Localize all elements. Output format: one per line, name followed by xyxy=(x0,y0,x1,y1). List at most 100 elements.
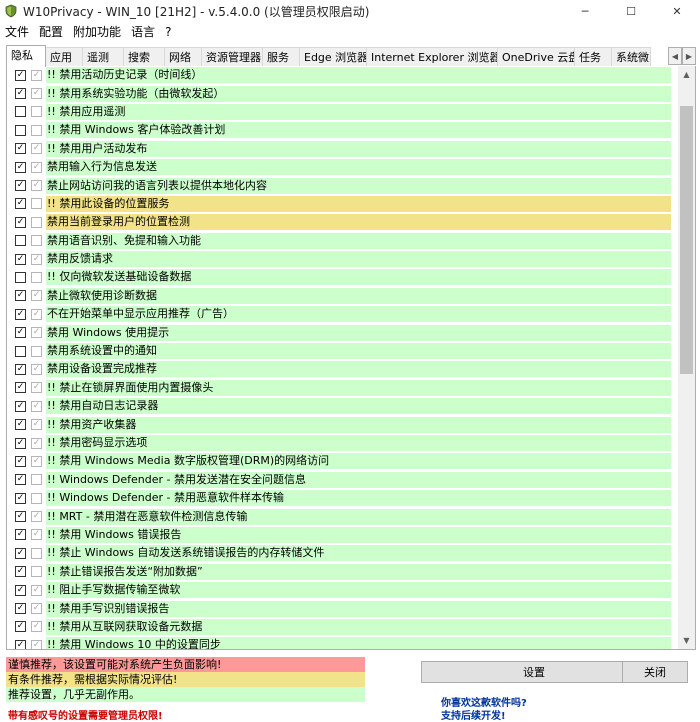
setting-checkbox[interactable]: ✓ xyxy=(15,198,26,210)
menu-file[interactable]: 文件 xyxy=(0,22,34,42)
vertical-scrollbar[interactable]: ▲ ▼ xyxy=(678,66,695,649)
maximize-button[interactable]: ☐ xyxy=(608,0,654,22)
setting-row[interactable]: ✓ ✓ 禁止网站访问我的语言列表以提供本地化内容 xyxy=(7,176,671,194)
setting-label[interactable]: !! 禁用资产收集器 xyxy=(46,416,671,433)
setting-row[interactable]: ✓ ✓ !! MRT - 禁用潜在恶意软件检测信息传输 xyxy=(7,507,671,525)
setting-label[interactable]: 禁用当前登录用户的位置检测 xyxy=(46,214,671,231)
setting-label[interactable]: !! 禁用 Windows 错误报告 xyxy=(46,526,671,543)
setting-row[interactable]: ✓ ✓ !! 禁用密码显示选项 xyxy=(7,434,671,452)
setting-label[interactable]: !! 禁用应用遥测 xyxy=(46,103,671,120)
setting-row[interactable]: ✓ ✓ !! 禁用手写识别错误报告 xyxy=(7,599,671,617)
setting-label[interactable]: !! Windows Defender - 禁用发送潜在安全问题信息 xyxy=(46,471,671,488)
setting-row[interactable]: ✓ !! Windows Defender - 禁用恶意软件样本传输 xyxy=(7,489,671,507)
tab-network[interactable]: 网络 xyxy=(164,47,202,67)
setting-label[interactable]: 禁止微软使用诊断数据 xyxy=(46,287,671,304)
setting-row[interactable]: !! 禁用应用遥测 xyxy=(7,103,671,121)
tab-scroll-left-icon[interactable]: ◀ xyxy=(668,47,682,65)
menu-language[interactable]: 语言 xyxy=(126,22,160,42)
close-button[interactable]: 关闭 xyxy=(622,661,688,683)
setting-checkbox[interactable] xyxy=(15,271,26,283)
tab-onedrive[interactable]: OneDrive 云盘 xyxy=(497,47,575,67)
setting-row[interactable]: ✓ ✓ !! 禁用系统实验功能（由微软发起） xyxy=(7,84,671,102)
tab-internet-explorer[interactable]: Internet Explorer 浏览器 xyxy=(366,47,498,67)
setting-checkbox[interactable]: ✓ xyxy=(15,474,26,486)
setting-row[interactable]: ✓ ✓ 不在开始菜单中显示应用推荐（广告） xyxy=(7,305,671,323)
setting-checkbox[interactable]: ✓ xyxy=(15,639,26,649)
setting-checkbox[interactable]: ✓ xyxy=(15,566,26,578)
setting-label[interactable]: 禁用反馈请求 xyxy=(46,251,671,268)
setting-row[interactable]: 禁用系统设置中的通知 xyxy=(7,342,671,360)
setting-row[interactable]: !! 仅向微软发送基础设备数据 xyxy=(7,268,671,286)
setting-label[interactable]: !! 禁用此设备的位置服务 xyxy=(46,195,671,212)
setting-checkbox[interactable] xyxy=(15,345,26,357)
setting-label[interactable]: !! 禁止在锁屏界面使用内置摄像头 xyxy=(46,379,671,396)
setting-checkbox[interactable]: ✓ xyxy=(15,621,26,633)
tab-services[interactable]: 服务 xyxy=(262,47,300,67)
setting-row[interactable]: ✓ 禁用当前登录用户的位置检测 xyxy=(7,213,671,231)
setting-row[interactable]: ✓ ✓ !! 阻止手写数据传输至微软 xyxy=(7,581,671,599)
setting-checkbox[interactable]: ✓ xyxy=(15,180,26,192)
tab-edge[interactable]: Edge 浏览器 xyxy=(299,47,367,67)
scroll-up-icon[interactable]: ▲ xyxy=(678,66,695,83)
setting-row[interactable]: ✓ !! 禁止 Windows 自动发送系统错误报告的内存转储文件 xyxy=(7,544,671,562)
setting-checkbox[interactable]: ✓ xyxy=(15,88,26,100)
setting-row[interactable]: ✓ ✓ 禁用设备设置完成推荐 xyxy=(7,360,671,378)
setting-label[interactable]: !! 阻止手写数据传输至微软 xyxy=(46,582,671,599)
tab-scroll-right-icon[interactable]: ▶ xyxy=(682,47,696,65)
setting-row[interactable]: !! 禁用 Windows 客户体验改善计划 xyxy=(7,121,671,139)
setting-label[interactable]: !! 禁止错误报告发送“附加数据” xyxy=(46,563,671,580)
setting-row[interactable]: ✓ !! 禁止错误报告发送“附加数据” xyxy=(7,563,671,581)
setting-checkbox[interactable]: ✓ xyxy=(15,492,26,504)
setting-checkbox[interactable] xyxy=(15,106,26,118)
setting-row[interactable]: ✓ !! 禁用此设备的位置服务 xyxy=(7,195,671,213)
setting-label[interactable]: 不在开始菜单中显示应用推荐（广告） xyxy=(46,306,671,323)
setting-row[interactable]: ✓ ✓ !! 禁用用户活动发布 xyxy=(7,140,671,158)
setting-row[interactable]: 禁用语音识别、免提和输入功能 xyxy=(7,232,671,250)
setting-row[interactable]: ✓ ✓ 禁止微软使用诊断数据 xyxy=(7,287,671,305)
tab-privacy[interactable]: 隐私 xyxy=(6,45,46,67)
setting-label[interactable]: !! 禁止 Windows 自动发送系统错误报告的内存转储文件 xyxy=(46,545,671,562)
menu-config[interactable]: 配置 xyxy=(34,22,68,42)
setting-label[interactable]: !! 禁用自动日志记录器 xyxy=(46,398,671,415)
setting-checkbox[interactable]: ✓ xyxy=(15,603,26,615)
setting-checkbox[interactable]: ✓ xyxy=(15,69,26,81)
setting-checkbox[interactable]: ✓ xyxy=(15,382,26,394)
setting-label[interactable]: !! 禁用 Windows 客户体验改善计划 xyxy=(46,122,671,139)
setting-checkbox[interactable] xyxy=(15,124,26,136)
promo-line-1[interactable]: 你喜欢这款软件吗? xyxy=(441,697,527,710)
setting-checkbox[interactable]: ✓ xyxy=(15,161,26,173)
apply-settings-button[interactable]: 设置 xyxy=(421,661,647,683)
setting-row[interactable]: ✓ ✓ 禁用反馈请求 xyxy=(7,250,671,268)
setting-checkbox[interactable]: ✓ xyxy=(15,400,26,412)
setting-label[interactable]: 禁用语音识别、免提和输入功能 xyxy=(46,232,671,249)
setting-row[interactable]: ✓ ✓ 禁用输入行为信息发送 xyxy=(7,158,671,176)
setting-label[interactable]: !! 禁用活动历史记录（时间线） xyxy=(46,67,671,84)
tab-tasks[interactable]: 任务 xyxy=(574,47,612,67)
setting-row[interactable]: ✓ ✓ 禁用 Windows 使用提示 xyxy=(7,323,671,341)
setting-checkbox[interactable]: ✓ xyxy=(15,363,26,375)
tab-search[interactable]: 搜索 xyxy=(123,47,165,67)
setting-label[interactable]: !! 仅向微软发送基础设备数据 xyxy=(46,269,671,286)
tab-telemetry[interactable]: 遥测 xyxy=(82,47,124,67)
setting-checkbox[interactable]: ✓ xyxy=(15,511,26,523)
setting-row[interactable]: ✓ ✓ !! 禁用活动历史记录（时间线） xyxy=(7,66,671,84)
setting-label[interactable]: 禁止网站访问我的语言列表以提供本地化内容 xyxy=(46,177,671,194)
setting-label[interactable]: 禁用设备设置完成推荐 xyxy=(46,361,671,378)
setting-label[interactable]: !! MRT - 禁用潜在恶意软件检测信息传输 xyxy=(46,508,671,525)
tab-system[interactable]: 系统微 xyxy=(611,47,651,67)
tab-apps[interactable]: 应用 xyxy=(45,47,83,67)
setting-checkbox[interactable] xyxy=(15,235,26,247)
setting-row[interactable]: ✓ ✓ !! 禁用 Windows 10 中的设置同步 xyxy=(7,636,671,649)
setting-label[interactable]: 禁用 Windows 使用提示 xyxy=(46,324,671,341)
setting-row[interactable]: ✓ ✓ !! 禁用资产收集器 xyxy=(7,415,671,433)
setting-label[interactable]: 禁用输入行为信息发送 xyxy=(46,159,671,176)
setting-checkbox[interactable]: ✓ xyxy=(15,455,26,467)
setting-row[interactable]: ✓ ✓ !! 禁止在锁屏界面使用内置摄像头 xyxy=(7,379,671,397)
menu-help[interactable]: ? xyxy=(160,22,176,42)
setting-label[interactable]: !! 禁用从互联网获取设备元数据 xyxy=(46,618,671,635)
menu-extras[interactable]: 附加功能 xyxy=(68,22,126,42)
setting-checkbox[interactable]: ✓ xyxy=(15,308,26,320)
setting-row[interactable]: ✓ ✓ !! 禁用 Windows Media 数字版权管理(DRM)的网络访问 xyxy=(7,452,671,470)
close-window-button[interactable]: ✕ xyxy=(654,0,700,22)
setting-checkbox[interactable]: ✓ xyxy=(15,327,26,339)
